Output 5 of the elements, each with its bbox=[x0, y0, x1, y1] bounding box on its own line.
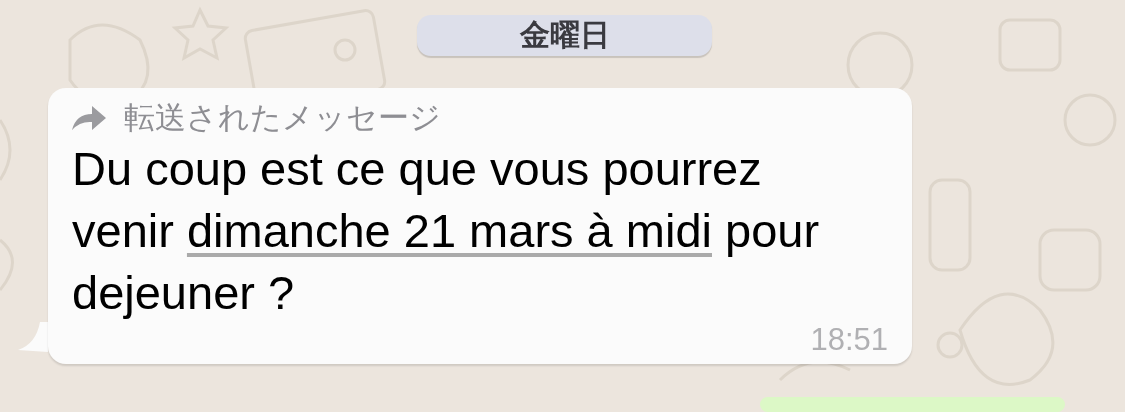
date-separator: 金曜日 bbox=[417, 15, 712, 56]
forwarded-label: 転送されたメッセージ bbox=[124, 99, 441, 137]
date-link[interactable]: dimanche 21 mars à midi bbox=[186, 204, 712, 257]
message-time: 18:51 bbox=[810, 324, 888, 356]
message-text: Du coup est ce que vous pourrez venir dimanche 21 mars à midi pour dejeuner ? bbox=[72, 141, 821, 321]
